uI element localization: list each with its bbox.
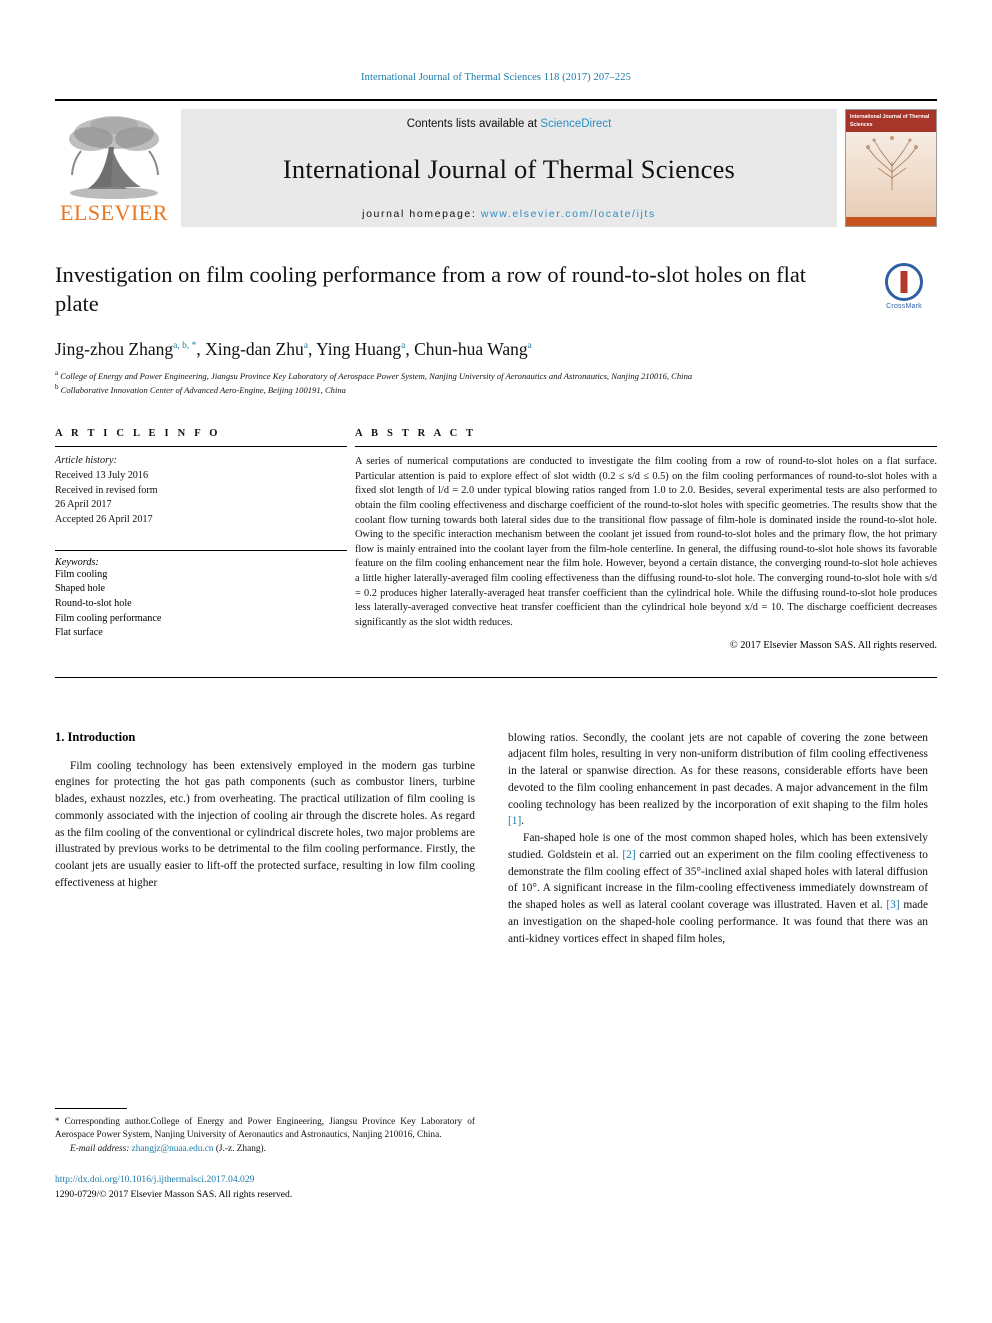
abstract-text: A series of numerical computations are c… (355, 456, 937, 628)
keyword-item: Shaped hole (55, 583, 106, 595)
intro-paragraph-right-2: Fan-shaped hole is one of the most commo… (508, 830, 928, 947)
citation-ref-1[interactable]: [1] (508, 815, 521, 827)
intro-paragraph-left: Film cooling technology has been extensi… (55, 759, 475, 889)
journal-homepage-line: journal homepage: www.elsevier.com/locat… (362, 208, 656, 220)
keywords-label: Keywords: (55, 556, 99, 568)
email-label: E-mail address: (70, 1143, 130, 1154)
sciencedirect-link[interactable]: ScienceDirect (540, 118, 611, 130)
keywords-block: Keywords: Film cooling Shaped hole Round… (55, 549, 347, 641)
section-heading-introduction: 1. Introduction (55, 729, 136, 744)
cover-footer-bar (846, 217, 936, 226)
author-name: Xing-dan Zhu (205, 338, 304, 359)
keywords-rule (55, 549, 347, 551)
intro-paragraph-right-1: blowing ratios. Secondly, the coolant je… (508, 730, 928, 831)
doi-block: http://dx.doi.org/10.1016/j.ijthermalsci… (55, 1173, 475, 1202)
affiliation-mark: a (55, 368, 59, 377)
article-info-column: A R T I C L E I N F O Article history: R… (55, 428, 347, 650)
author-name: Jing-zhou Zhang (55, 338, 174, 359)
page-title: Investigation on film cooling performanc… (55, 262, 807, 316)
email-link[interactable]: zhangjz@nuaa.edu.cn (132, 1144, 214, 1154)
article-history-label: Article history: (55, 455, 117, 467)
abstract-heading: A B S T R A C T (355, 428, 477, 440)
elsevier-logo: ELSEVIER (55, 109, 173, 227)
abstract-copyright: © 2017 Elsevier Masson SAS. All rights r… (729, 639, 937, 651)
journal-masthead: ELSEVIER Contents lists available at Sci… (55, 99, 937, 227)
info-abstract-section: A R T I C L E I N F O Article history: R… (55, 428, 937, 651)
author-marks: a, b, * (173, 340, 197, 351)
journal-title: International Journal of Thermal Science… (282, 153, 736, 184)
keyword-item: Film cooling (55, 568, 108, 580)
author-marks: a (303, 340, 308, 351)
cover-tree-icon (866, 136, 918, 191)
history-item: Received 13 July 2016 (55, 469, 149, 481)
footnote-area: * Corresponding author.College of Energy… (55, 1108, 475, 1202)
affiliation-mark: b (55, 382, 59, 391)
article-info-heading: A R T I C L E I N F O (55, 428, 221, 440)
paragraph-text: blowing ratios. Secondly, the coolant je… (508, 731, 928, 811)
email-note: E-mail address: zhangjz@nuaa.edu.cn (J.-… (55, 1143, 475, 1156)
journal-cover-thumbnail: International Journal of Thermal Science… (845, 109, 937, 227)
affiliation-item: a College of Energy and Power Engineerin… (55, 368, 937, 382)
history-item: Accepted 26 April 2017 (55, 513, 153, 525)
author-marks: a (527, 340, 532, 351)
keywords-list: Film cooling Shaped hole Round-to-slot h… (55, 568, 347, 641)
citation-ref-3[interactable]: [3] (886, 899, 899, 911)
journal-band: Contents lists available at ScienceDirec… (181, 109, 837, 227)
homepage-url-link[interactable]: www.elsevier.com/locate/ijts (481, 208, 656, 220)
history-item: Received in revised form (55, 484, 158, 496)
homepage-prefix: journal homepage: (362, 208, 481, 220)
crossmark-label: CrossMark (886, 303, 922, 310)
keyword-item: Flat surface (55, 627, 103, 639)
author-marks: a (401, 340, 406, 351)
author-list: Jing-zhou Zhanga, b, *, Xing-dan Zhua, Y… (55, 338, 532, 359)
affiliation-text: Collaborative Innovation Center of Advan… (60, 384, 346, 395)
article-info-rule (55, 446, 347, 448)
corresponding-text: Corresponding author.College of Energy a… (55, 1117, 475, 1141)
paper-page: International Journal of Thermal Science… (0, 0, 992, 1323)
issn-copyright-line: 1290-0729/© 2017 Elsevier Masson SAS. Al… (55, 1188, 293, 1200)
corresponding-author-note: * Corresponding author.College of Energy… (55, 1115, 475, 1143)
affiliation-list: a College of Energy and Power Engineerin… (55, 368, 937, 397)
keyword-item: Round-to-slot hole (55, 598, 132, 610)
crossmark-icon (885, 263, 923, 301)
article-history: Article history: Received 13 July 2016 R… (55, 454, 347, 527)
author-name: Ying Huang (316, 338, 402, 359)
citation-ref-2[interactable]: [2] (622, 849, 635, 861)
email-suffix: (J.-z. Zhang). (213, 1143, 266, 1154)
elsevier-wordmark: ELSEVIER (60, 200, 168, 225)
body-columns: 1. Introduction Film cooling technology … (55, 730, 937, 948)
affiliation-text: College of Energy and Power Engineering,… (60, 370, 693, 381)
contents-prefix: Contents lists available at (406, 118, 541, 130)
elsevier-tree-icon (69, 116, 159, 199)
body-right-column: blowing ratios. Secondly, the coolant je… (508, 730, 928, 948)
body-left-column: 1. Introduction Film cooling technology … (55, 730, 475, 948)
footnote-rule (55, 1108, 127, 1109)
history-item: 26 April 2017 (55, 499, 112, 511)
crossmark-badge[interactable]: CrossMark (871, 263, 937, 313)
affiliation-item: b Collaborative Innovation Center of Adv… (55, 382, 937, 396)
cover-title-text: International Journal of Thermal Science… (846, 110, 936, 133)
abstract-column: A B S T R A C T A series of numerical co… (347, 428, 937, 651)
section-divider-rule (55, 676, 937, 678)
running-head: International Journal of Thermal Science… (361, 72, 631, 83)
paragraph-text-tail: . (521, 815, 525, 828)
abstract-rule (355, 446, 937, 448)
keyword-item: Film cooling performance (55, 612, 162, 624)
contents-list-line: Contents lists available at ScienceDirec… (407, 118, 612, 130)
title-block: Investigation on film cooling performanc… (55, 261, 937, 396)
author-name: Chun-hua Wang (414, 338, 528, 359)
cover-artwork (846, 132, 936, 217)
doi-link[interactable]: http://dx.doi.org/10.1016/j.ijthermalsci… (55, 1173, 475, 1187)
